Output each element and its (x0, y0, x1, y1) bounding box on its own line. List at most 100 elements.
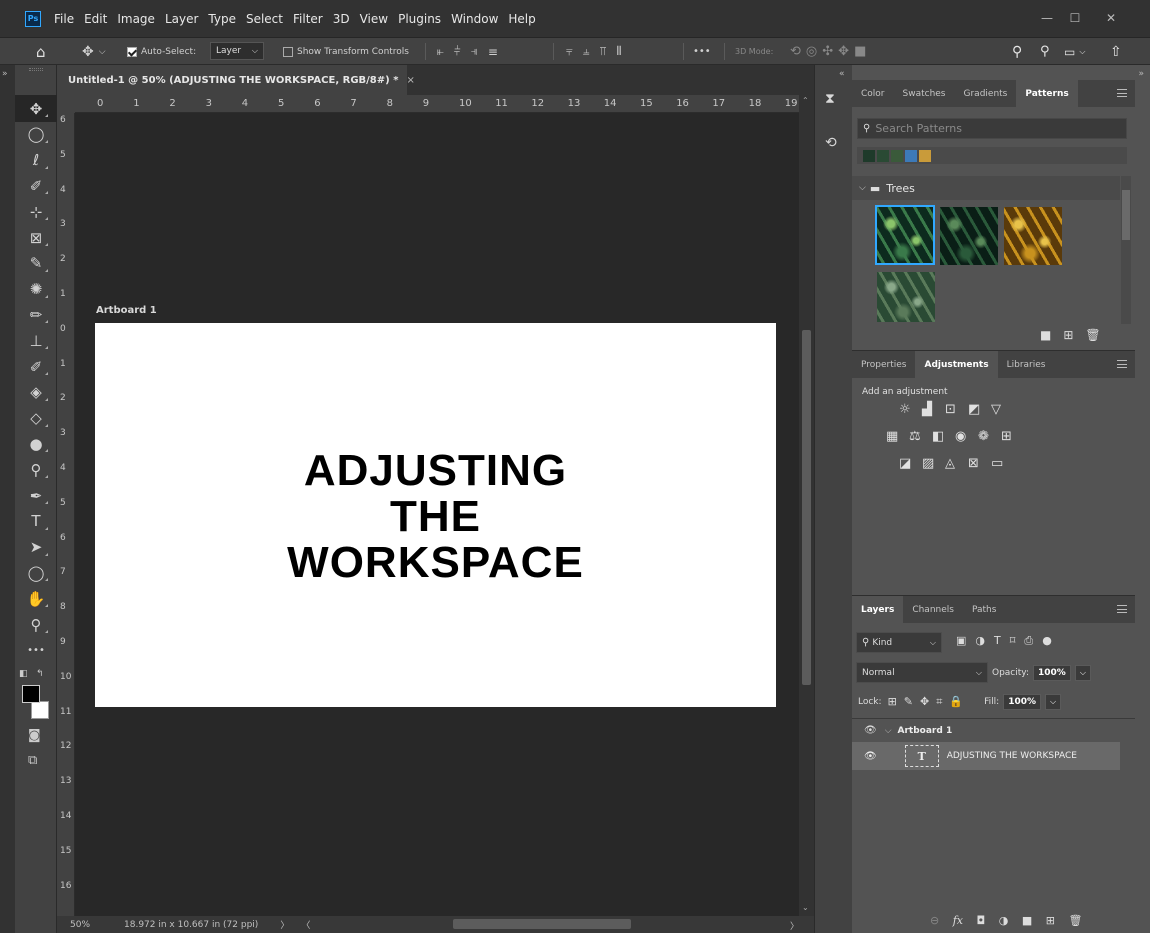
menu-type[interactable]: Type (203, 0, 241, 38)
expand-panels-icon[interactable]: » (1138, 69, 1144, 79)
layer-filter-dropdown[interactable]: ⚲ Kind ⌵ (856, 632, 942, 653)
fill-dropdown-icon[interactable]: ⌵ (1045, 693, 1062, 710)
spot-healing-icon[interactable]: ✺ (15, 276, 57, 303)
lock-artboard-icon[interactable]: ⌗ (936, 695, 949, 708)
filter-toggle-icon[interactable]: ● (1042, 634, 1061, 647)
maximize-button[interactable]: ☐ (1062, 8, 1088, 28)
share-user-icon[interactable]: ⚲ (1012, 38, 1022, 65)
pattern-thumbnail-dark-leaves[interactable] (940, 207, 998, 265)
black-white-icon[interactable]: ◧ (932, 430, 944, 443)
artboard-label[interactable]: Artboard 1 (96, 305, 157, 316)
brightness-contrast-icon[interactable]: ☼ (899, 403, 911, 416)
roll-3d-icon[interactable]: ◎ (806, 44, 822, 59)
lock-image-icon[interactable]: ✎ (904, 695, 920, 708)
patterns-scroll-thumb[interactable] (1122, 190, 1130, 240)
zoom-icon[interactable]: ⚲ (15, 611, 57, 638)
distribute-vertical-icon[interactable]: ⦀ (616, 44, 631, 59)
align-bottom-icon[interactable]: ⫪ (600, 44, 617, 59)
history-panel-icon[interactable]: ⧗ (825, 91, 835, 107)
move-tool-icon[interactable]: ✥ (15, 95, 57, 122)
show-transform-checkbox[interactable]: Show Transform Controls (283, 38, 409, 65)
horizontal-ruler[interactable]: 0 1 2 3 4 5 6 7 8 9 10 11 12 13 14 15 16 17 18 19 (75, 95, 815, 113)
panel-menu-icon[interactable] (1117, 89, 1127, 97)
share-icon[interactable]: ⇧ (1110, 38, 1122, 65)
home-icon[interactable]: ⌂ (36, 38, 46, 65)
recent-pattern-swatch[interactable] (891, 150, 903, 162)
clone-stamp-icon[interactable]: ⊥ (15, 327, 57, 354)
exposure-icon[interactable]: ◩ (968, 403, 980, 416)
align-middle-icon[interactable]: ⫨ (583, 44, 600, 59)
search-icon[interactable]: ⚲ (1040, 38, 1050, 65)
recent-pattern-swatch[interactable] (905, 150, 917, 162)
tab-channels[interactable]: Channels (903, 596, 963, 623)
chevron-down-icon[interactable]: ⌵ (885, 726, 892, 736)
vertical-ruler[interactable]: 6 5 4 3 2 1 0 1 2 3 4 5 6 7 8 9 10 11 12 13 14 15 16 (57, 113, 75, 916)
selective-color-icon[interactable]: ⊠ (968, 457, 979, 470)
quick-mask-icon[interactable]: ◙ (28, 728, 41, 743)
type-icon[interactable]: T (15, 508, 57, 535)
hue-saturation-icon[interactable]: ▦ (886, 430, 898, 443)
patterns-scrollbar[interactable] (1121, 176, 1131, 324)
background-color-swatch[interactable] (31, 701, 49, 719)
pen-icon[interactable]: ✒ (15, 482, 57, 509)
fx-icon[interactable]: fx (953, 914, 963, 927)
tab-swatches[interactable]: Swatches (894, 80, 955, 107)
pattern-search-field[interactable]: ⚲ Search Patterns (857, 118, 1127, 139)
blend-mode-dropdown[interactable]: Normal ⌵ (856, 662, 988, 683)
lock-all-icon[interactable]: 🔒 (949, 695, 970, 708)
eraser-icon[interactable]: ◈ (15, 379, 57, 406)
tab-libraries[interactable]: Libraries (998, 351, 1055, 378)
crop-icon[interactable]: ⊹ (15, 198, 57, 225)
layer-row-text[interactable]: 👁 T ADJUSTING THE WORKSPACE (852, 742, 1120, 770)
menu-filter[interactable]: Filter (288, 0, 328, 38)
expand-icon[interactable]: » (2, 69, 8, 79)
toolbar-grip[interactable] (29, 68, 43, 71)
zoom-level[interactable]: 50% (70, 920, 90, 930)
lock-position-icon[interactable]: ✥ (920, 695, 936, 708)
move-tool-preset-icon[interactable]: ✥ ⌵ (82, 38, 106, 65)
tab-paths[interactable]: Paths (963, 596, 1005, 623)
curves-icon[interactable]: ⊡ (945, 403, 956, 416)
link-layers-icon[interactable]: ⊖ (930, 914, 939, 927)
scroll-left-icon[interactable]: 〈 (301, 918, 310, 931)
chevron-down-icon[interactable]: ⌵ (859, 183, 866, 193)
ruler-origin[interactable] (57, 95, 75, 113)
orbit-3d-icon[interactable]: ⟲ (790, 44, 806, 59)
pattern-thumbnail-grass[interactable] (877, 272, 935, 322)
tab-adjustments[interactable]: Adjustments (915, 351, 998, 378)
scroll-right-icon[interactable]: 〉 (790, 919, 799, 932)
auto-select-target-dropdown[interactable]: Layer ⌵ (210, 42, 264, 60)
paint-bucket-icon[interactable]: ◇ (15, 405, 57, 432)
align-right-icon[interactable]: ⫣ (471, 44, 488, 59)
tab-gradients[interactable]: Gradients (955, 80, 1017, 107)
app-logo[interactable]: Ps (25, 10, 41, 27)
document-tab[interactable]: Untitled-1 @ 50% (ADJUSTING THE WORKSPAC… (57, 65, 415, 95)
eyedropper-icon[interactable]: ✎ (15, 250, 57, 277)
auto-select-checkbox[interactable]: Auto-Select: (127, 38, 196, 65)
vibrance-icon[interactable]: ▽ (991, 403, 1001, 416)
menu-image[interactable]: Image (112, 0, 160, 38)
dodge-icon[interactable]: ⚲ (15, 456, 57, 483)
new-layer-icon[interactable]: ⊞ (1046, 914, 1055, 927)
recent-pattern-swatch[interactable] (877, 150, 889, 162)
recent-pattern-swatch[interactable] (863, 150, 875, 162)
frame-icon[interactable]: ⊠ (15, 224, 57, 251)
posterize-icon[interactable]: ▨ (922, 457, 934, 470)
elliptical-marquee-icon[interactable]: ◯ (15, 121, 57, 148)
menu-edit[interactable]: Edit (79, 0, 112, 38)
close-button[interactable]: ✕ (1094, 8, 1128, 28)
delete-layer-icon[interactable]: 🗑 (1068, 914, 1082, 927)
delete-pattern-icon[interactable]: 🗑 (1085, 328, 1112, 342)
align-top-icon[interactable]: ⫧ (566, 44, 583, 59)
color-balance-icon[interactable]: ⚖ (909, 430, 921, 443)
pattern-group-header[interactable]: ⌵ ▬ Trees (852, 176, 1120, 200)
tab-close-icon[interactable]: × (406, 75, 414, 86)
smart-object-filter-icon[interactable]: ⎙ (1024, 634, 1042, 647)
align-buttons[interactable]: ⫦ ⫩ ⫣ ≡ (437, 38, 508, 65)
more-options-button[interactable]: ••• (693, 38, 711, 65)
tab-properties[interactable]: Properties (852, 351, 915, 378)
new-pattern-icon[interactable]: ⊞ (1063, 328, 1085, 342)
status-menu-icon[interactable]: 〉 (280, 918, 289, 931)
visibility-eye-icon[interactable]: 👁 (864, 725, 877, 736)
fill-field[interactable]: 100% (1003, 693, 1041, 710)
